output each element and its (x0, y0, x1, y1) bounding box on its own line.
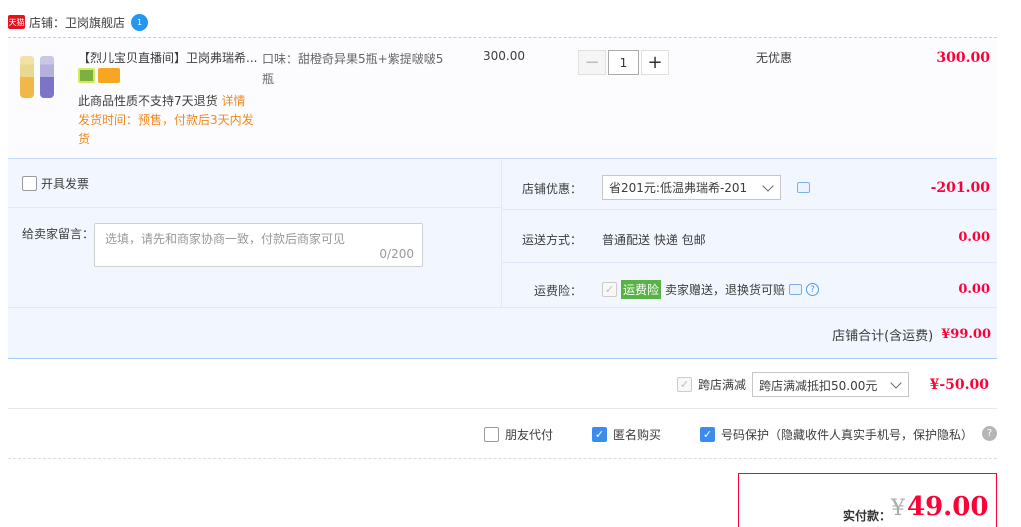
item-title-link[interactable]: 【烈儿宝贝直播间】卫岗弗瑞希... (78, 49, 263, 66)
payment-label: 实付款： (843, 509, 892, 523)
shop-header: 天猫 店铺： 卫岗旗舰店 1 (8, 10, 149, 34)
service-card-icon[interactable] (98, 68, 120, 83)
invoice-checkbox[interactable] (22, 176, 37, 191)
item-promo: 无优惠 (756, 51, 793, 65)
shipping-label: 运送方式： (521, 233, 582, 247)
coupon-label: 店铺优惠： (521, 182, 582, 196)
cross-store-checkbox: ✓ (676, 377, 692, 392)
divider (8, 307, 997, 308)
tmall-icon: 天猫 (8, 15, 25, 29)
quantity-plus-button[interactable]: + (641, 50, 669, 75)
message-char-count: 0/200 (379, 247, 414, 261)
divider (501, 209, 997, 210)
friend-pay-label: 朋友代付 (505, 428, 554, 442)
message-placeholder: 选填，请先和商家协商一致，付款后商家可见 (105, 232, 346, 246)
insurance-help-icon[interactable]: ? (806, 283, 820, 296)
cross-store-select[interactable]: 跨店满减抵扣50.00元 (752, 372, 909, 397)
message-textarea[interactable]: 选填，请先和商家协商一致，付款后商家可见 0/200 (94, 223, 423, 267)
cross-store-row: ✓ 跨店满减 跨店满减抵扣50.00元 ¥-50.00 (676, 372, 989, 397)
coupon-amount: -201.00 (930, 180, 990, 196)
anonymous-option[interactable]: ✓ 匿名购买 (592, 426, 661, 443)
cross-store-select-value: 跨店满减抵扣50.00元 (759, 379, 878, 393)
quantity-minus-button[interactable]: − (578, 50, 606, 75)
shop-total: 店铺合计(含运费) ¥99.00 (832, 325, 991, 344)
invoice-option[interactable]: 开具发票 (22, 175, 89, 192)
shop-name-link[interactable]: 卫岗旗舰店 (65, 14, 125, 31)
number-protect-checkbox[interactable]: ✓ (700, 427, 715, 442)
insurance-desc: 卖家赠送，退换货可赔 (665, 283, 786, 297)
number-protect-label: 号码保护（隐藏收件人真实手机号，保护隐私） (721, 428, 974, 442)
service-icons (78, 68, 120, 83)
payment-summary: 实付款： ¥49.00 (738, 473, 997, 527)
chevron-down-icon (762, 180, 774, 192)
bottle-orange-image (20, 56, 34, 98)
shop-total-label: 店铺合计(含运费) (832, 329, 934, 344)
purchase-options: 朋友代付 ✓ 匿名购买 ✓ 号码保护（隐藏收件人真实手机号，保护隐私） ? (8, 410, 997, 459)
quantity-input[interactable] (608, 50, 639, 75)
shipping-amount: 0.00 (958, 230, 990, 245)
shipping-method: 普通配送 快递 包邮 (602, 233, 706, 247)
service-guarantee-icon[interactable] (78, 68, 95, 83)
coupon-chat-icon[interactable] (797, 182, 810, 193)
cross-store-discount: ✓ 跨店满减 跨店满减抵扣50.00元 ¥-50.00 (8, 360, 997, 409)
wangwang-chat-icon[interactable]: 1 (131, 13, 149, 31)
message-label: 给卖家留言： (22, 227, 95, 241)
divider (501, 262, 997, 263)
item-subtotal: 300.00 (936, 50, 990, 66)
insurance-tag: 运费险 (621, 280, 662, 299)
shop-total-value: ¥99.00 (941, 327, 991, 342)
cross-store-amount: ¥-50.00 (929, 376, 989, 393)
refund-detail-link[interactable]: 详情 (221, 94, 245, 108)
friend-pay-option[interactable]: 朋友代付 (484, 426, 553, 443)
divider (8, 207, 501, 208)
currency-symbol: ¥ (891, 496, 905, 521)
insurance-checkbox: ✓ (602, 282, 617, 297)
insurance-amount: 0.00 (958, 282, 990, 297)
item-sku: 口味：甜橙奇异果5瓶+紫提啵啵5瓶 (262, 52, 444, 86)
number-protect-option[interactable]: ✓ 号码保护（隐藏收件人真实手机号，保护隐私） (700, 426, 973, 443)
payment-amount-value: 49.00 (907, 492, 989, 522)
coupon-select-value: 省201元:低温弗瑞希-201 (609, 181, 748, 195)
invoice-label: 开具发票 (41, 177, 90, 191)
cart-item-row: 【烈儿宝贝直播间】卫岗弗瑞希... 此商品性质不支持7天退货 详情 发货时间：预… (8, 37, 997, 158)
help-icon[interactable]: ? (982, 426, 997, 441)
payment-amount: ¥49.00 (891, 492, 988, 522)
ship-time-note: 发货时间：预售，付款后3天内发货 (78, 113, 254, 146)
insurance-label: 运费险： (533, 284, 582, 298)
cross-store-label: 跨店满减 (697, 378, 746, 392)
coupon-select[interactable]: 省201元:低温弗瑞希-201 (602, 175, 781, 200)
refund-note: 此商品性质不支持7天退货 详情 (78, 92, 245, 109)
shop-label: 店铺： (29, 15, 66, 30)
chevron-down-icon (890, 377, 902, 389)
anonymous-checkbox[interactable]: ✓ (592, 427, 607, 442)
order-options: 开具发票 给卖家留言： 选填，请先和商家协商一致，付款后商家可见 0/200 店… (8, 158, 997, 359)
insurance-chat-icon[interactable] (789, 284, 803, 295)
insurance-option: ✓ 运费险 卖家赠送，退换货可赔 ? (602, 280, 820, 299)
anonymous-label: 匿名购买 (613, 428, 662, 442)
unit-price: 300.00 (483, 49, 525, 63)
bottle-purple-image (40, 56, 54, 98)
refund-note-text: 此商品性质不支持7天退货 (78, 94, 218, 108)
product-thumbnail[interactable] (20, 52, 64, 98)
friend-pay-checkbox[interactable] (484, 427, 499, 442)
quantity-stepper: − + (578, 50, 669, 75)
